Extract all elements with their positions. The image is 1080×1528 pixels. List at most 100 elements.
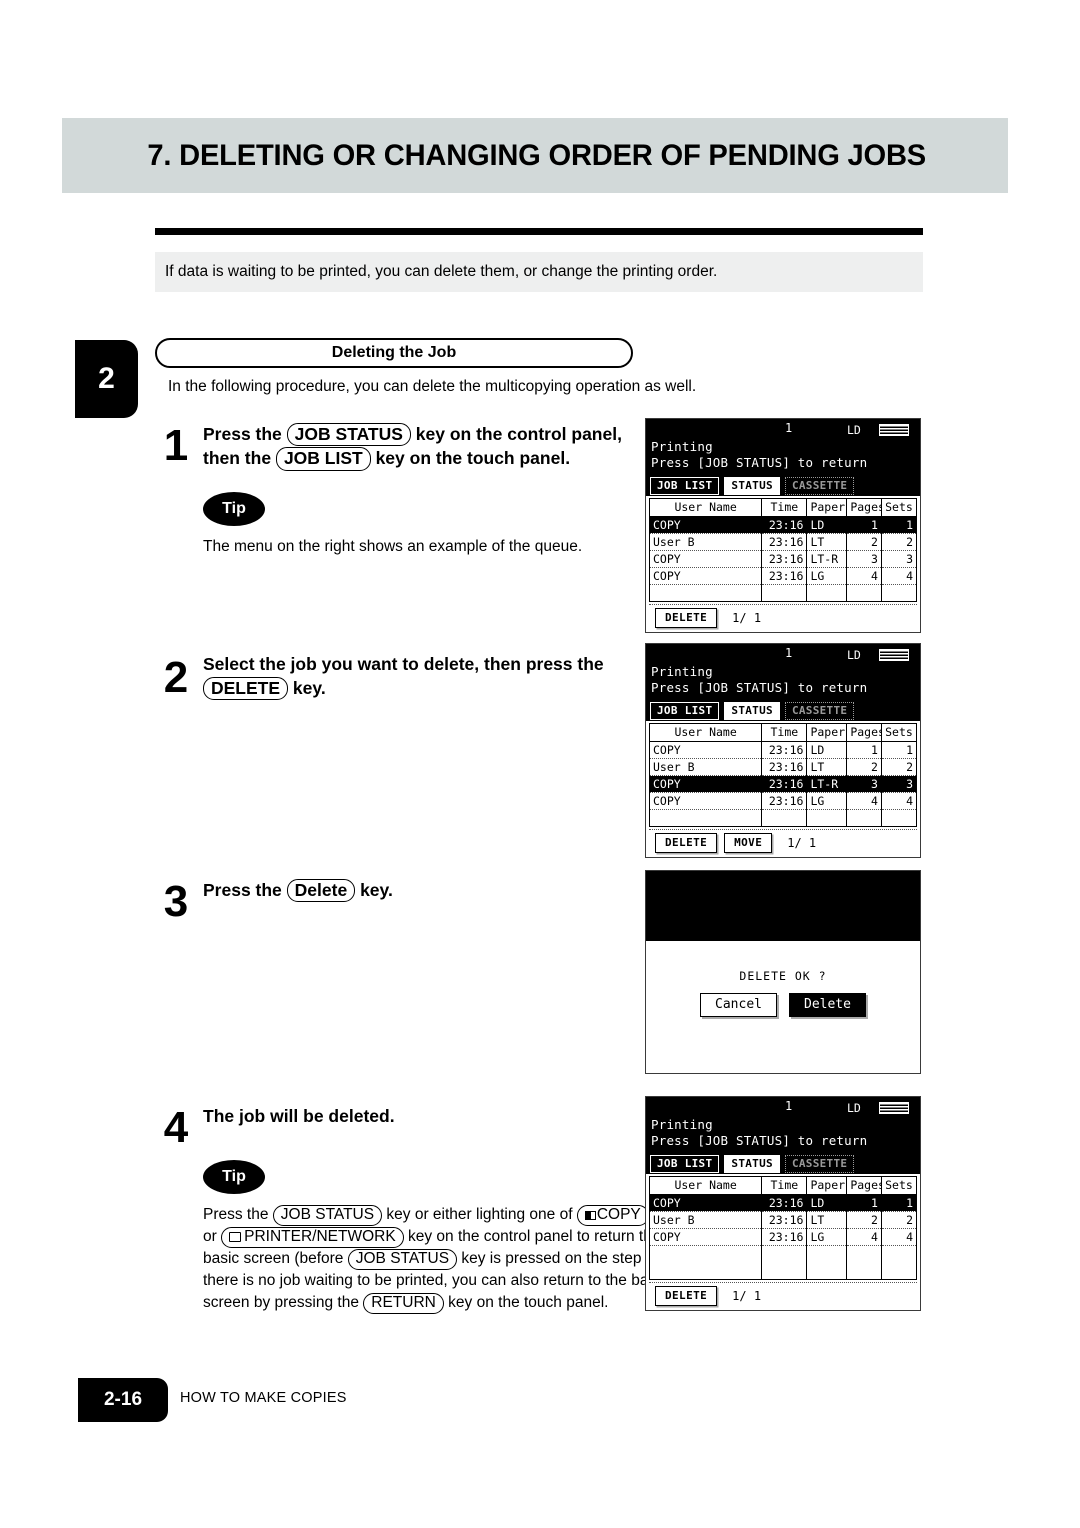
- key-printer-network[interactable]: PRINTER/NETWORK: [221, 1227, 404, 1248]
- tip-label-2: Tip: [222, 1168, 246, 1185]
- table-row[interactable]: User B 23:16 LT 2 2: [650, 758, 916, 776]
- printer-icon: [229, 1232, 242, 1242]
- key-return[interactable]: RETURN: [363, 1293, 444, 1314]
- chapter-banner: 7. DELETING OR CHANGING ORDER OF PENDING…: [62, 118, 1008, 193]
- key-job-list[interactable]: JOB LIST: [275, 447, 371, 471]
- table-row[interactable]: COPY 23:16 LD 1 1: [650, 516, 916, 534]
- section-description: In the following procedure, you can dele…: [168, 378, 697, 395]
- lcd-1-tab-status[interactable]: STATUS: [724, 477, 780, 495]
- cell-user: User B: [650, 758, 763, 776]
- lcd-2-return-text: Press [JOB STATUS] to return: [651, 680, 868, 695]
- key-job-status-2[interactable]: JOB STATUS: [272, 1205, 383, 1226]
- lcd-2-move-button[interactable]: MOVE: [724, 833, 773, 853]
- cell-empty: [806, 809, 848, 826]
- table-row[interactable]: COPY 23:16 LD 1 1: [650, 741, 916, 759]
- tip-1-text: The menu on the right shows an example o…: [203, 538, 583, 555]
- lcd-1-tab-job-list[interactable]: JOB LIST: [650, 477, 720, 495]
- step-1-tip: Tip The menu on the right shows an examp…: [203, 492, 623, 558]
- lcd-1-statusbar: 1 LD: [651, 421, 915, 439]
- lcd-2-printing-text: Printing: [651, 664, 713, 679]
- footer-page-number: 2-16: [103, 1389, 143, 1410]
- cell-sets: 1: [881, 741, 916, 759]
- cell-paper: LD: [806, 741, 848, 759]
- intro-text: If data is waiting to be printed, you ca…: [165, 263, 718, 280]
- lcd-2-tab-status[interactable]: STATUS: [724, 702, 780, 720]
- cell-user: COPY: [650, 1194, 763, 1212]
- cell-paper: LT: [806, 1211, 848, 1229]
- lcd-2-statusbar: 1 LD: [651, 646, 915, 664]
- lcd-2-tab-cassette[interactable]: CASSETTE: [784, 702, 855, 720]
- cancel-button[interactable]: Cancel: [700, 993, 777, 1017]
- cell-empty: [650, 1245, 763, 1262]
- copy-icon: [584, 1211, 596, 1220]
- lcd-2-tab-job-list[interactable]: JOB LIST: [650, 702, 720, 720]
- key-job-status-3[interactable]: JOB STATUS: [347, 1249, 458, 1270]
- cell-pages: 1: [846, 741, 882, 759]
- lcd-4-header-row: User NameTimePaperPagesSets: [650, 1177, 916, 1195]
- lcd-4-tab-cassette[interactable]: CASSETTE: [784, 1155, 855, 1173]
- lcd-4-table-wrap: User NameTimePaperPagesSets COPY23:16LD1…: [649, 1176, 917, 1280]
- key-copy-label: COPY: [596, 1206, 641, 1223]
- table-row[interactable]: COPY 23:16 LG 4 4: [650, 1228, 916, 1246]
- cell-pages: 2: [846, 533, 882, 551]
- lcd-screen-4: 1 LD Printing Press [JOB STATUS] to retu…: [645, 1096, 921, 1311]
- cell-user: COPY: [650, 1228, 763, 1246]
- lcd-1-delete-button[interactable]: DELETE: [655, 608, 718, 628]
- column-header: User Name: [650, 724, 763, 742]
- key-copy[interactable]: COPY: [576, 1205, 649, 1226]
- cell-empty: [881, 1245, 916, 1262]
- table-row[interactable]: COPY 23:16 LG 4 4: [650, 567, 916, 585]
- table-row[interactable]: COPY 23:16 LT-R 3 3: [650, 550, 916, 568]
- page-title: 7. DELETING OR CHANGING ORDER OF PENDING…: [147, 138, 927, 172]
- cell-time: 23:16: [761, 516, 808, 534]
- table-row[interactable]: COPY 23:16 LD 1 1: [650, 1194, 916, 1212]
- paper-stack-icon: [879, 649, 909, 661]
- lcd-1-job-table: User NameTimePaperPagesSets COPY23:16LD1…: [650, 499, 916, 601]
- lcd-2-header: 1 LD Printing Press [JOB STATUS] to retu…: [646, 644, 920, 700]
- cell-user: COPY: [650, 792, 763, 810]
- key-delete-uppercase[interactable]: DELETE: [203, 677, 289, 701]
- cell-sets: 3: [881, 775, 916, 793]
- tip-badge-2: Tip: [203, 1160, 265, 1194]
- cell-sets: 4: [881, 1228, 916, 1246]
- delete-confirm-message: DELETE OK ?: [739, 969, 827, 983]
- key-job-status[interactable]: JOB STATUS: [286, 423, 411, 447]
- column-header: Pages: [846, 499, 882, 517]
- cell-empty: [761, 1262, 808, 1279]
- column-header: User Name: [650, 499, 763, 517]
- table-row[interactable]: User B 23:16 LT 2 2: [650, 1211, 916, 1229]
- table-row[interactable]: User B 23:16 LT 2 2: [650, 533, 916, 551]
- column-header: Sets: [881, 499, 916, 517]
- lcd-4-page-indicator: 1/ 1: [732, 1289, 762, 1303]
- lcd-1-tab-cassette[interactable]: CASSETTE: [784, 477, 855, 495]
- intro-box: If data is waiting to be printed, you ca…: [155, 252, 923, 292]
- delete-confirm-buttons: Cancel Delete: [646, 993, 920, 1017]
- lcd-1-tabs: JOB LIST STATUS CASSETTE: [646, 475, 920, 496]
- lcd-1-printing-text: Printing: [651, 439, 713, 454]
- lcd-3-dialog: DELETE OK ? Cancel Delete: [646, 941, 920, 1073]
- chapter-number: 2: [98, 362, 115, 395]
- lcd-2-tabs: JOB LIST STATUS CASSETTE: [646, 700, 920, 721]
- cell-empty: [881, 809, 916, 826]
- lcd-4-delete-button[interactable]: DELETE: [655, 1286, 718, 1306]
- cell-time: 23:16: [761, 741, 808, 759]
- tip-4-text: Press the JOB STATUS key or either light…: [203, 1204, 681, 1314]
- table-row[interactable]: COPY 23:16 LG 4 4: [650, 792, 916, 810]
- cell-user: COPY: [650, 550, 763, 568]
- lcd-4-tab-status[interactable]: STATUS: [724, 1155, 780, 1173]
- lcd-2-delete-button[interactable]: DELETE: [655, 833, 718, 853]
- lcd-2-page-indicator: 1/ 1: [787, 836, 817, 850]
- column-header: Pages: [846, 1177, 882, 1195]
- cell-user: COPY: [650, 741, 763, 759]
- table-row[interactable]: COPY 23:16 LT-R 3 3: [650, 775, 916, 793]
- key-delete[interactable]: Delete: [286, 879, 356, 903]
- delete-button[interactable]: Delete: [789, 993, 866, 1017]
- lcd-4-tab-job-list[interactable]: JOB LIST: [650, 1155, 720, 1173]
- lcd-4-statusbar: 1 LD: [651, 1099, 915, 1117]
- column-header: Sets: [881, 724, 916, 742]
- horizontal-rule: [155, 228, 923, 235]
- cell-user: COPY: [650, 567, 763, 585]
- cell-sets: 2: [881, 533, 916, 551]
- lcd-4-printing-text: Printing: [651, 1117, 713, 1132]
- cell-time: 23:16: [761, 567, 808, 585]
